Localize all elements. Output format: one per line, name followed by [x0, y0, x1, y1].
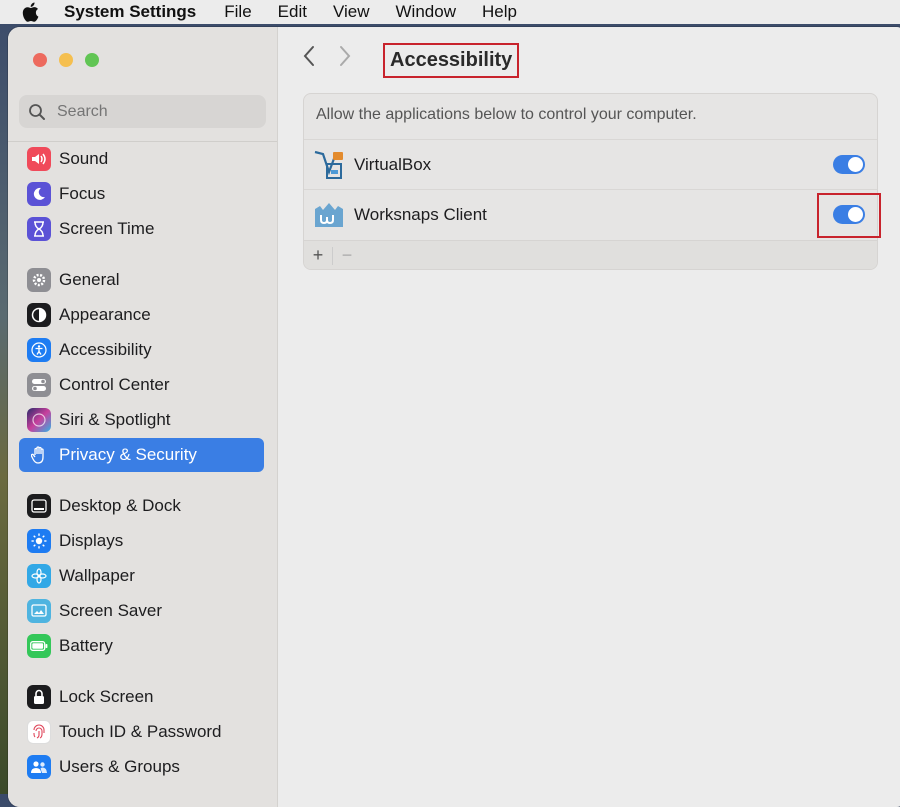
search-input[interactable] [55, 101, 249, 122]
sidebar-item-siri-spotlight[interactable]: Siri & Spotlight [19, 403, 264, 437]
sidebar-item-label: Screen Time [59, 219, 155, 238]
sidebar-item-label: Privacy & Security [59, 445, 197, 464]
sidebar: Sound Focus Screen Time General [8, 27, 278, 807]
sidebar-item-lock-screen[interactable]: Lock Screen [19, 680, 264, 714]
sun-icon [27, 529, 51, 553]
menu-edit[interactable]: Edit [278, 2, 307, 22]
app-row-worksnaps: Worksnaps Client [304, 189, 877, 239]
sidebar-item-wallpaper[interactable]: Wallpaper [19, 559, 264, 593]
sidebar-item-label: Displays [59, 531, 124, 550]
lock-icon [27, 685, 51, 709]
sidebar-item-label: Siri & Spotlight [59, 410, 171, 429]
back-arrow-icon[interactable] [302, 45, 316, 67]
users-icon [27, 755, 51, 779]
sidebar-item-displays[interactable]: Displays [19, 524, 264, 558]
menu-app-name[interactable]: System Settings [64, 2, 196, 22]
menu-window[interactable]: Window [396, 2, 456, 22]
page-title: Accessibility [383, 43, 520, 78]
remove-button[interactable]: − [333, 245, 361, 266]
menu-file[interactable]: File [224, 2, 251, 22]
sidebar-item-label: Battery [59, 636, 113, 655]
sidebar-item-label: Focus [59, 184, 106, 203]
app-row-virtualbox: VirtualBox [304, 139, 877, 189]
sidebar-item-users-groups[interactable]: Users & Groups [19, 750, 264, 784]
apps-panel: Allow the applications below to control … [303, 93, 878, 270]
menu-bar: System Settings File Edit View Window He… [0, 0, 900, 24]
sidebar-item-screen-saver[interactable]: Screen Saver [19, 594, 264, 628]
flower-icon [27, 564, 51, 588]
speaker-icon [27, 147, 51, 171]
moon-icon [27, 182, 51, 206]
gear-icon [27, 268, 51, 292]
sidebar-item-focus[interactable]: Focus [19, 177, 264, 211]
panel-footer: + − [304, 240, 877, 269]
sidebar-item-label: Users & Groups [59, 757, 180, 776]
app-name: Worksnaps Client [354, 204, 487, 224]
sidebar-item-label: Control Center [59, 375, 170, 394]
sidebar-item-label: Lock Screen [59, 687, 154, 706]
window-controls [33, 53, 99, 67]
sidebar-item-label: Screen Saver [59, 601, 162, 620]
dock-icon [27, 494, 51, 518]
sidebar-item-privacy-security[interactable]: Privacy & Security [19, 438, 264, 472]
fingerprint-icon [27, 720, 51, 744]
sidebar-item-control-center[interactable]: Control Center [19, 368, 264, 402]
apple-icon[interactable] [22, 2, 42, 22]
appearance-icon [27, 303, 51, 327]
hourglass-icon [27, 217, 51, 241]
sidebar-item-general[interactable]: General [19, 263, 264, 297]
accessibility-icon [27, 338, 51, 362]
sidebar-item-label: Sound [59, 149, 109, 168]
forward-arrow-icon[interactable] [338, 45, 352, 67]
content-pane: Accessibility Allow the applications bel… [278, 27, 900, 807]
battery-icon [27, 634, 51, 658]
screensaver-icon [27, 599, 51, 623]
settings-window: Sound Focus Screen Time General [8, 27, 900, 807]
app-name: VirtualBox [354, 154, 432, 174]
sidebar-item-accessibility[interactable]: Accessibility [19, 333, 264, 367]
sidebar-item-touch-id[interactable]: Touch ID & Password [19, 715, 264, 749]
sidebar-item-desktop-dock[interactable]: Desktop & Dock [19, 489, 264, 523]
sidebar-item-appearance[interactable]: Appearance [19, 298, 264, 332]
virtualbox-icon [313, 149, 345, 181]
add-button[interactable]: + [304, 245, 332, 266]
minimize-button[interactable] [59, 53, 73, 67]
sidebar-item-label: Touch ID & Password [59, 722, 222, 741]
siri-icon [27, 408, 51, 432]
sidebar-item-label: Wallpaper [59, 566, 135, 585]
sidebar-item-label: Accessibility [59, 340, 152, 359]
highlight-box [817, 193, 881, 238]
sidebar-item-screen-time[interactable]: Screen Time [19, 212, 264, 246]
history-navigation [302, 45, 352, 67]
hand-icon [27, 443, 51, 467]
menu-help[interactable]: Help [482, 2, 517, 22]
close-button[interactable] [33, 53, 47, 67]
sidebar-item-label: Desktop & Dock [59, 496, 181, 515]
virtualbox-toggle[interactable] [833, 155, 865, 174]
toggles-icon [27, 373, 51, 397]
search-field[interactable] [19, 95, 266, 128]
sidebar-item-label: General [59, 270, 120, 289]
panel-description: Allow the applications below to control … [316, 106, 697, 123]
menu-view[interactable]: View [333, 2, 370, 22]
zoom-button[interactable] [85, 53, 99, 67]
search-icon [29, 103, 45, 120]
worksnaps-icon [313, 199, 345, 231]
sidebar-item-battery[interactable]: Battery [19, 629, 264, 663]
sidebar-item-sound[interactable]: Sound [19, 142, 264, 176]
sidebar-item-label: Appearance [59, 305, 151, 324]
